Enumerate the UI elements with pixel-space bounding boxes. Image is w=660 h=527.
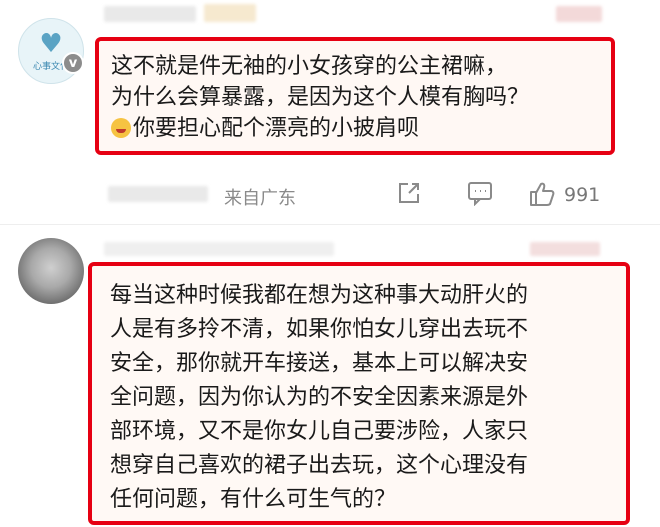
divider [0,224,660,225]
comment-line-with-emoji: 你要担心配个漂亮的小披肩呗 [111,113,603,144]
blurred-badge [556,6,602,22]
comment-line: 全问题，因为你认为的不安全因素来源是外 [110,385,529,410]
avatar[interactable] [18,238,84,304]
avatar[interactable]: ♥ 心事文化 [18,18,84,84]
laugh-cry-emoji-icon [111,118,131,138]
heart-logo-icon: ♥ [39,28,63,59]
like-icon[interactable] [528,180,556,213]
blurred-username-extra [204,4,256,22]
like-count: 991 [564,184,601,206]
comment-line: 想穿自己喜欢的裙子出去玩，这个心理没有 [110,453,529,478]
comment-line: 每当这种时候我都在想为这种事大动肝火的 [110,283,529,308]
blurred-username [104,6,196,22]
comment-line: 你要担心配个漂亮的小披肩呗 [133,116,420,141]
share-icon[interactable] [396,180,422,211]
location-text: 来自广东 [224,188,296,209]
comment-line: 任何问题，有什么可生气的？ [110,487,397,512]
comment-line: 人是有多拎不清，如果你怕女儿穿出去玩不 [110,317,529,342]
comment-line: 为什么会算暴露，是因为这个人模有胸吗？ [111,85,530,110]
comment-line: 部环境，又不是你女儿自己要涉险，人家只 [110,419,529,444]
verified-badge-icon: v [62,52,84,74]
comment-text-box: 每当这种时候我都在想为这种事大动肝火的 人是有多拎不清，如果你怕女儿穿出去玩不 … [88,262,630,525]
comment-icon[interactable] [466,180,494,211]
comment-line: 这不就是件无袖的小女孩穿的公主裙嘛， [111,54,508,79]
comment-meta-bar: 来自广东 991 [0,176,660,212]
comment-line: 安全，那你就开车接送，基本上可以解决安 [110,351,529,376]
blurred-timestamp [108,186,208,202]
blurred-badge [530,242,600,256]
comment-text-box: 这不就是件无袖的小女孩穿的公主裙嘛， 为什么会算暴露，是因为这个人模有胸吗？ 你… [95,37,615,155]
blurred-username [104,242,334,256]
